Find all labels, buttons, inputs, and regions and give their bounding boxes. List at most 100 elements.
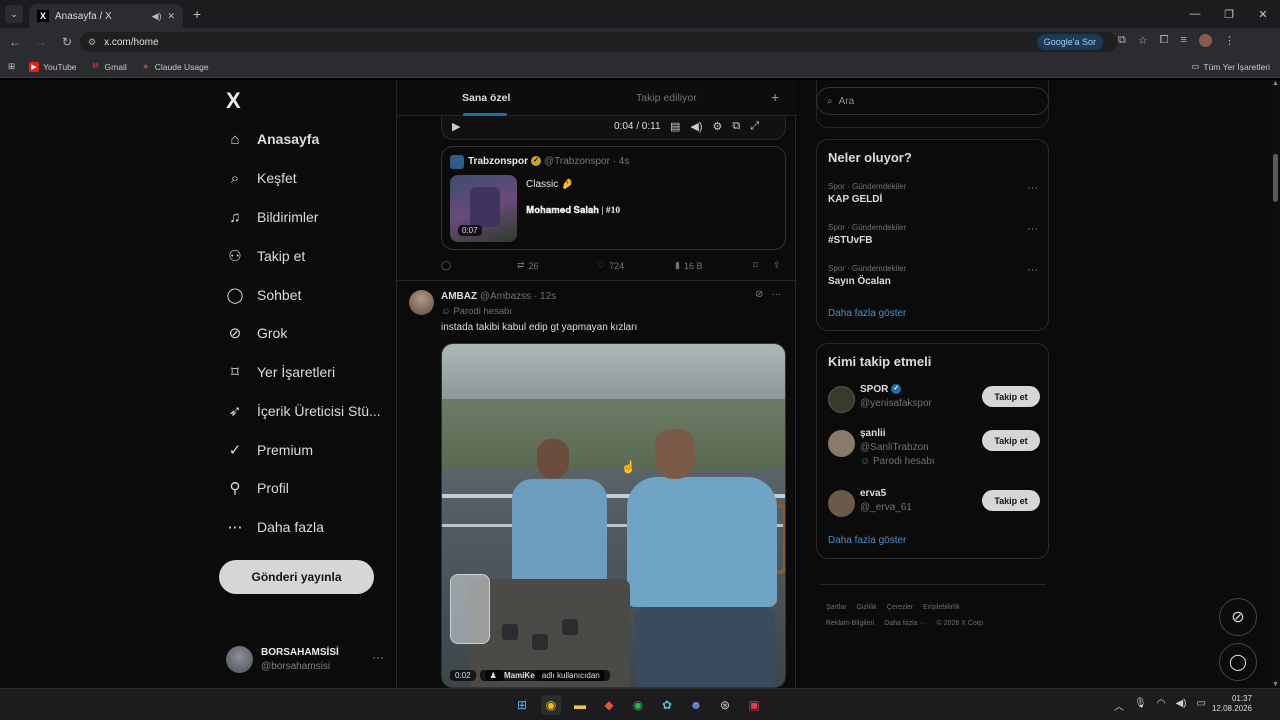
suggested-user[interactable]: erva5 @_erva_61 Takip et <box>828 488 1040 528</box>
quoted-post[interactable]: Trabzonspor ✓ @Trabzonspor · 4s 0:07 Clas… <box>441 146 786 250</box>
volume-icon[interactable]: ◀) <box>1175 698 1186 713</box>
nav-premium[interactable]: ✓ Premium <box>226 441 313 459</box>
trend-item[interactable]: Spor · Gündemdekiler Sayın Öcalan ··· <box>828 264 1038 287</box>
file-explorer-icon[interactable]: ▬ <box>570 695 590 715</box>
discord-icon[interactable]: ☻ <box>686 695 706 715</box>
nav-home[interactable]: ⌂ Anasayfa <box>226 130 319 148</box>
scroll-down-icon[interactable]: ▼ <box>1272 681 1279 688</box>
battery-icon[interactable]: ▭ <box>1196 698 1205 713</box>
follow-button[interactable]: Takip et <box>982 490 1040 511</box>
fullscreen-icon[interactable]: ⤢ <box>750 120 759 133</box>
video-attribution[interactable]: ♟ MamiKe adlı kullanıcıdan <box>479 670 610 681</box>
nav-grok[interactable]: ⊘ Grok <box>226 324 288 342</box>
trend-item[interactable]: Spor · Gündemdekiler KAP GELDİ ··· <box>828 182 1038 205</box>
who-to-follow-show-more-link[interactable]: Daha fazla göster <box>828 535 906 546</box>
taskbar-clock[interactable]: 01:37 12.08.2026 <box>1206 694 1252 714</box>
nav-bookmarks[interactable]: ⌑ Yer İşaretleri <box>226 363 335 381</box>
reply-icon[interactable]: ◯ <box>441 260 451 271</box>
settings-gear-icon[interactable]: ⚙ <box>713 120 723 133</box>
microphone-icon[interactable]: 🎙 <box>1134 698 1147 713</box>
tab-for-you[interactable]: Sana özel <box>462 92 510 104</box>
grok-fab-icon[interactable]: ⊘ <box>1219 598 1257 636</box>
site-info-icon[interactable]: ⚙ <box>88 37 96 48</box>
all-bookmarks[interactable]: ▭ Tüm Yer İşaretleri <box>1191 61 1270 72</box>
volume-icon[interactable]: ◀) <box>690 120 702 133</box>
close-tab-icon[interactable]: ✕ <box>167 11 175 22</box>
browser-tab[interactable]: X Anasayfa / X ◀) ✕ <box>29 4 183 28</box>
bookmark-youtube[interactable]: ▶ YouTube <box>29 61 77 72</box>
suggested-user[interactable]: SPOR ✓ @yenisafakspor Takip et <box>828 384 1040 424</box>
minimize-button[interactable]: — <box>1178 0 1212 28</box>
red-app-icon[interactable]: ▣ <box>744 695 764 715</box>
bookmark-post-icon[interactable]: ⌑ <box>753 260 758 271</box>
post-button[interactable]: Gönderi yayınla <box>219 560 374 594</box>
more-dots-icon[interactable]: ··· <box>1027 223 1038 235</box>
views-button[interactable]: ▮ 16 B <box>675 260 702 271</box>
quote-video-thumbnail[interactable]: 0:07 <box>450 175 517 242</box>
star-icon[interactable]: ☆ <box>1138 34 1148 47</box>
nav-explore[interactable]: ⌕ Keşfet <box>226 169 297 187</box>
page-scrollbar[interactable]: ▲ ▼ <box>1271 80 1280 688</box>
x-logo-icon[interactable]: X <box>226 88 241 114</box>
follow-button[interactable]: Takip et <box>982 386 1040 407</box>
follow-button[interactable]: Takip et <box>982 430 1040 451</box>
nav-notifications[interactable]: ♫ Bildirimler <box>226 208 318 226</box>
forward-button[interactable]: → <box>30 35 52 49</box>
search-input[interactable]: ⌕ Ara <box>816 87 1049 115</box>
bookmark-gmail[interactable]: M Gmail <box>91 62 127 72</box>
post-author[interactable]: AMBAZ @Ambazss · 12s <box>441 291 556 302</box>
reading-list-icon[interactable]: ≡ <box>1181 34 1187 47</box>
more-dots-icon[interactable]: ··· <box>1027 264 1038 276</box>
wifi-icon[interactable]: ◠ <box>1157 698 1166 713</box>
scrollbar-thumb[interactable] <box>1273 154 1278 202</box>
trend-item[interactable]: Spor · Gündemdekiler #STUvFB ··· <box>828 223 1038 246</box>
add-timeline-icon[interactable]: + <box>771 89 779 105</box>
new-tab-button[interactable]: + <box>193 6 201 22</box>
footer-link[interactable]: Gizlilik <box>857 604 877 611</box>
cast-icon[interactable]: ⧉ <box>1118 34 1126 47</box>
reload-button[interactable]: ↻ <box>56 35 78 49</box>
like-button[interactable]: ♡ 724 <box>597 260 624 271</box>
captions-icon[interactable]: ▤ <box>670 120 680 133</box>
restore-button[interactable]: ❐ <box>1212 0 1246 28</box>
extensions-icon[interactable]: ⧠ <box>1160 34 1169 47</box>
trends-show-more-link[interactable]: Daha fazla göster <box>828 308 906 319</box>
close-window-button[interactable]: ✕ <box>1246 0 1280 28</box>
nav-chat[interactable]: ◯ Sohbet <box>226 286 302 304</box>
tab-following[interactable]: Takip ediliyor <box>636 92 697 104</box>
retweet-button[interactable]: ⇄ 26 <box>517 260 539 271</box>
suggested-user[interactable]: şanlii @SanliTrabzon ☺ Parodi hesabı Tak… <box>828 428 1040 472</box>
footer-link[interactable]: Reklam Bilgileri <box>826 620 874 627</box>
red-diamond-app-icon[interactable]: ◆ <box>599 695 619 715</box>
pip-icon[interactable]: ⧉ <box>732 120 740 133</box>
account-switcher[interactable]: BORSAHAMSİSİ @borsahamsisi ··· <box>226 642 394 674</box>
footer-link[interactable]: Şartlar <box>826 604 847 611</box>
nav-profile[interactable]: ⚲ Profil <box>226 479 289 497</box>
back-button[interactable]: ← <box>4 35 26 49</box>
tab-search-button[interactable]: ⌄ <box>5 5 23 23</box>
steam-icon[interactable]: ⊛ <box>715 695 735 715</box>
more-dots-icon[interactable]: ··· <box>771 289 781 300</box>
google-sor-button[interactable]: Google'a Sor <box>1036 34 1103 50</box>
address-bar[interactable]: ⚙ x.com/home Google'a Sor <box>80 32 1117 52</box>
footer-link[interactable]: Daha fazla ··· <box>884 620 926 627</box>
nav-more[interactable]: ⋯ Daha fazla <box>226 518 324 536</box>
apps-icon[interactable]: ⊞ <box>8 61 15 72</box>
scroll-up-icon[interactable]: ▲ <box>1272 80 1279 87</box>
more-dots-icon[interactable]: ··· <box>1027 182 1038 194</box>
speaker-icon[interactable]: ◀) <box>152 11 162 22</box>
bookmark-claude[interactable]: ✳ Claude Usage <box>141 62 209 72</box>
nav-creator-studio[interactable]: ➶ İçerik Üreticisi Stü... <box>226 402 381 420</box>
grok-icon[interactable]: ⊘ <box>755 289 763 300</box>
share-icon[interactable]: ⇪ <box>773 260 781 271</box>
play-icon[interactable]: ▶ <box>452 120 460 133</box>
spotify-icon[interactable]: ◉ <box>628 695 648 715</box>
messages-fab-icon[interactable]: ◯ <box>1219 643 1257 681</box>
avatar[interactable] <box>409 290 434 315</box>
nav-follow[interactable]: ⚇ Takip et <box>226 247 305 265</box>
more-dots-icon[interactable]: ··· <box>372 650 384 664</box>
footer-link[interactable]: Erişilebilirlik <box>923 604 960 611</box>
footer-link[interactable]: Çerezler <box>887 604 913 611</box>
windows-start-icon[interactable]: ⊞ <box>512 695 532 715</box>
teal-app-icon[interactable]: ✿ <box>657 695 677 715</box>
